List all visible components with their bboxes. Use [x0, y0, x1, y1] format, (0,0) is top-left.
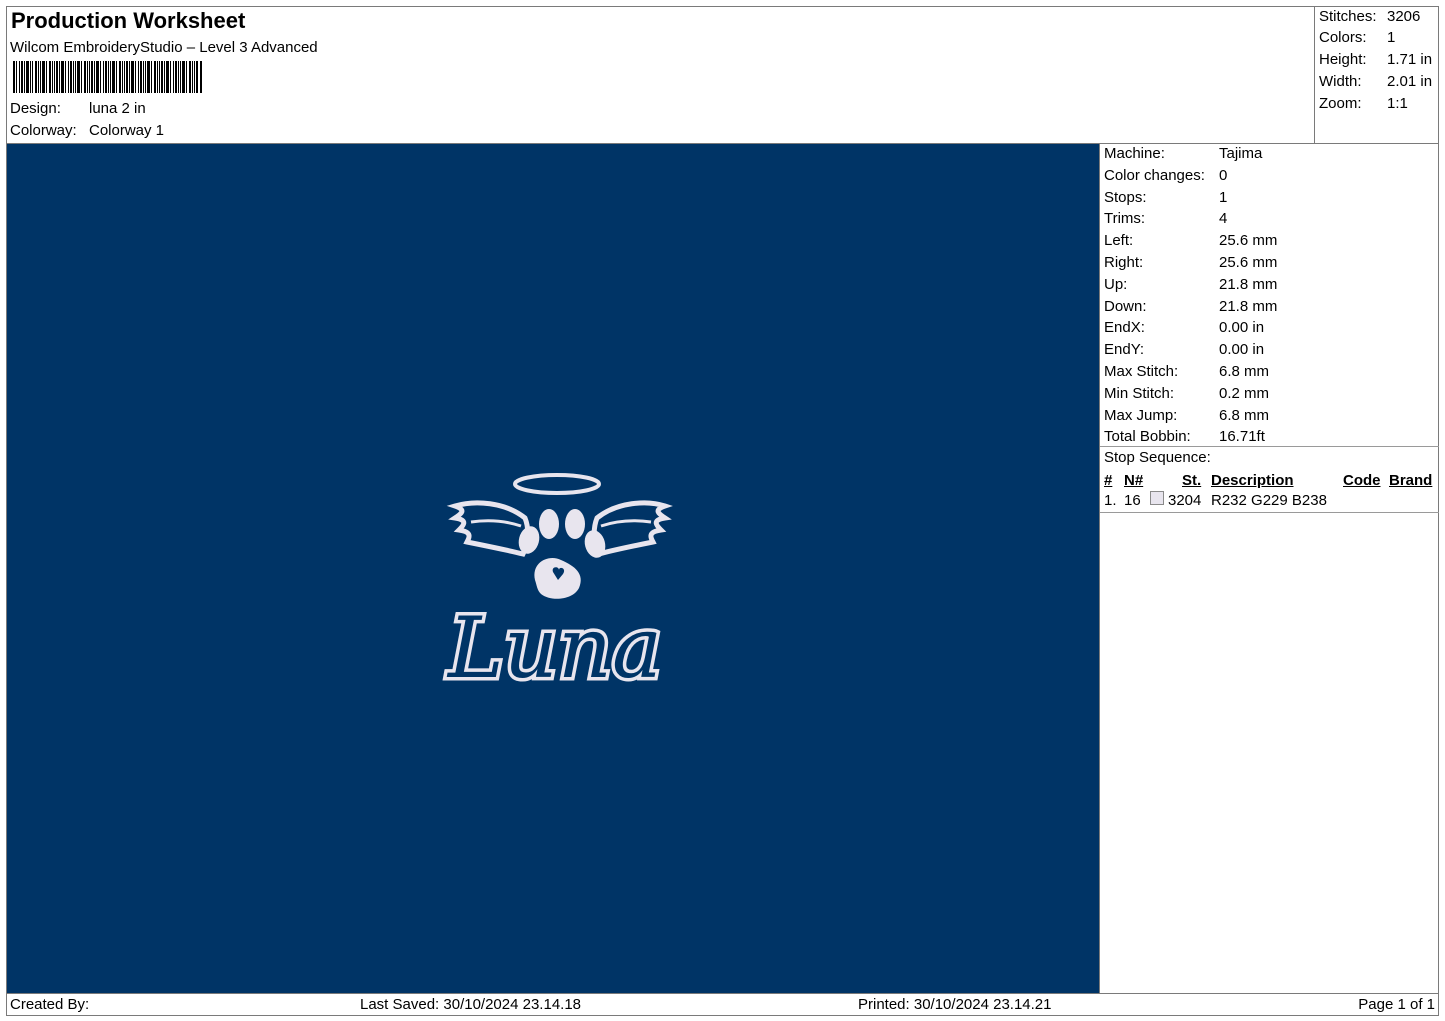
machine-info-label: Up:: [1104, 275, 1128, 293]
machine-info-row: Machine: Tajima: [1104, 145, 1262, 162]
machine-info-row: Left: 25.6 mm: [1104, 232, 1277, 249]
paw-toe-3: [565, 509, 585, 539]
height-row: Height: 1.71 in: [1319, 51, 1432, 68]
height-value: 1.71 in: [1387, 51, 1433, 68]
machine-info-value: 6.8 mm: [1219, 363, 1270, 380]
page-title: Production Worksheet: [11, 8, 246, 33]
machine-info-row: Trims: 4: [1104, 210, 1227, 227]
production-worksheet: Production Worksheet Wilcom EmbroiderySt…: [6, 6, 1439, 1016]
design-preview: Luna: [7, 143, 1099, 993]
machine-info-value: 0.2 mm: [1219, 384, 1270, 402]
machine-info-label: EndX:: [1104, 319, 1145, 337]
stop-sequence-title: Stop Sequence:: [1104, 449, 1211, 466]
zoom-label: Zoom:: [1319, 95, 1362, 112]
machine-info-value: Tajima: [1219, 145, 1263, 162]
machine-info-value: 0.00 in: [1219, 319, 1265, 337]
machine-info-value: 6.8 mm: [1219, 406, 1270, 424]
col-brand: Brand: [1389, 472, 1433, 489]
machine-info-panel: Machine: Tajima Color changes: 0 Stops: 1 Trim…: [1099, 143, 1439, 993]
machine-info-value: 0: [1219, 166, 1228, 184]
col-code: Code: [1343, 472, 1381, 489]
zoom-row: Zoom: 1:1: [1319, 95, 1408, 112]
colorway-value: Colorway 1: [89, 122, 165, 139]
machine-info-label: Max Jump:: [1104, 406, 1178, 424]
machine-info-label: Max Stitch:: [1104, 363, 1179, 380]
design-value: luna 2 in: [89, 100, 146, 117]
zoom-value: 1:1: [1387, 95, 1408, 112]
halo-shape: [513, 473, 601, 495]
machine-info-row: EndX: 0.00 in: [1104, 319, 1264, 336]
machine-info-row: Stops: 1: [1104, 189, 1227, 206]
machine-info-value: 16.71ft: [1219, 428, 1265, 446]
col-description: Description: [1211, 472, 1294, 489]
page-number: Page 1 of 1: [1358, 996, 1435, 1013]
colorway-label: Colorway:: [10, 122, 77, 139]
machine-info-row: Max Stitch: 6.8 mm: [1104, 363, 1269, 380]
machine-info-row: Min Stitch: 0.2 mm: [1104, 385, 1269, 402]
machine-info-label: Stops:: [1104, 188, 1147, 206]
machine-info-label: EndY:: [1104, 341, 1145, 359]
machine-info-value: 4: [1219, 210, 1228, 228]
worksheet-footer: Created By: Last Saved: 30/10/2024 23.14…: [7, 993, 1439, 1016]
machine-info-label: Min Stitch:: [1104, 384, 1175, 402]
barcode-image: [13, 61, 202, 93]
stop-row-needle: 16: [1124, 492, 1141, 509]
stop-row-number: 1.: [1104, 492, 1117, 509]
col-number: #: [1104, 472, 1113, 489]
stitches-label: Stitches:: [1319, 8, 1377, 25]
stop-row-stitches: 3204: [1168, 492, 1202, 509]
printed-date: Printed: 30/10/2024 23.14.21: [858, 996, 1052, 1013]
colorway-row: Colorway: Colorway 1: [10, 122, 164, 139]
paw-toe-2: [539, 509, 559, 539]
machine-info-label: Trims:: [1104, 210, 1146, 228]
divider: [1100, 512, 1439, 513]
col-needle: N#: [1124, 472, 1144, 489]
machine-info-label: Color changes:: [1104, 166, 1205, 184]
stitches-value: 3206: [1387, 8, 1421, 25]
width-label: Width:: [1319, 73, 1362, 90]
worksheet-header: Production Worksheet Wilcom EmbroiderySt…: [7, 7, 1314, 143]
stop-row-description: R232 G229 B238: [1211, 492, 1327, 509]
machine-info-value: 21.8 mm: [1219, 297, 1278, 315]
embroidery-design: Luna: [442, 473, 673, 687]
machine-info-value: 0.00 in: [1219, 341, 1265, 359]
machine-info-value: 21.8 mm: [1219, 275, 1278, 293]
width-row: Width: 2.01 in: [1319, 73, 1432, 90]
machine-info-label: Total Bobbin:: [1104, 428, 1191, 446]
divider: [1100, 446, 1439, 447]
design-row: Design: luna 2 in: [10, 100, 146, 117]
machine-info-label: Right:: [1104, 254, 1144, 271]
machine-info-row: Down: 21.8 mm: [1104, 298, 1277, 315]
machine-info-row: Color changes: 0: [1104, 167, 1227, 184]
machine-info-row: Up: 21.8 mm: [1104, 276, 1277, 293]
machine-info-label: Machine:: [1104, 145, 1165, 162]
machine-info-label: Left:: [1104, 232, 1134, 250]
created-by: Created By:: [10, 996, 90, 1013]
colors-label: Colors:: [1319, 29, 1367, 46]
machine-info-row: Max Jump: 6.8 mm: [1104, 407, 1269, 424]
col-stitches: St.: [1182, 472, 1202, 489]
software-name: Wilcom EmbroideryStudio – Level 3 Advanc…: [10, 39, 318, 56]
machine-info-label: Down:: [1104, 297, 1147, 315]
width-value: 2.01 in: [1387, 73, 1433, 90]
machine-info-row: EndY: 0.00 in: [1104, 341, 1264, 358]
design-name-text: Luna: [446, 599, 662, 687]
design-label: Design:: [10, 100, 61, 117]
colors-value: 1: [1387, 29, 1396, 46]
design-summary: Stitches: 3206 Colors: 1 Height: 1.71 in Wi…: [1314, 7, 1439, 143]
machine-info-row: Right: 25.6 mm: [1104, 254, 1277, 271]
paw-toe-4: [584, 530, 606, 558]
machine-info-value: 1: [1219, 188, 1228, 206]
machine-info-value: 25.6 mm: [1219, 254, 1278, 271]
machine-info-row: Total Bobbin: 16.71ft: [1104, 428, 1265, 445]
thread-color-swatch: [1150, 491, 1164, 505]
last-saved: Last Saved: 30/10/2024 23.14.18: [360, 996, 582, 1013]
left-wing-shape: [446, 500, 531, 557]
stitches-row: Stitches: 3206: [1319, 8, 1420, 25]
height-label: Height:: [1319, 51, 1367, 68]
colors-row: Colors: 1: [1319, 29, 1395, 46]
machine-info-value: 25.6 mm: [1219, 232, 1278, 250]
